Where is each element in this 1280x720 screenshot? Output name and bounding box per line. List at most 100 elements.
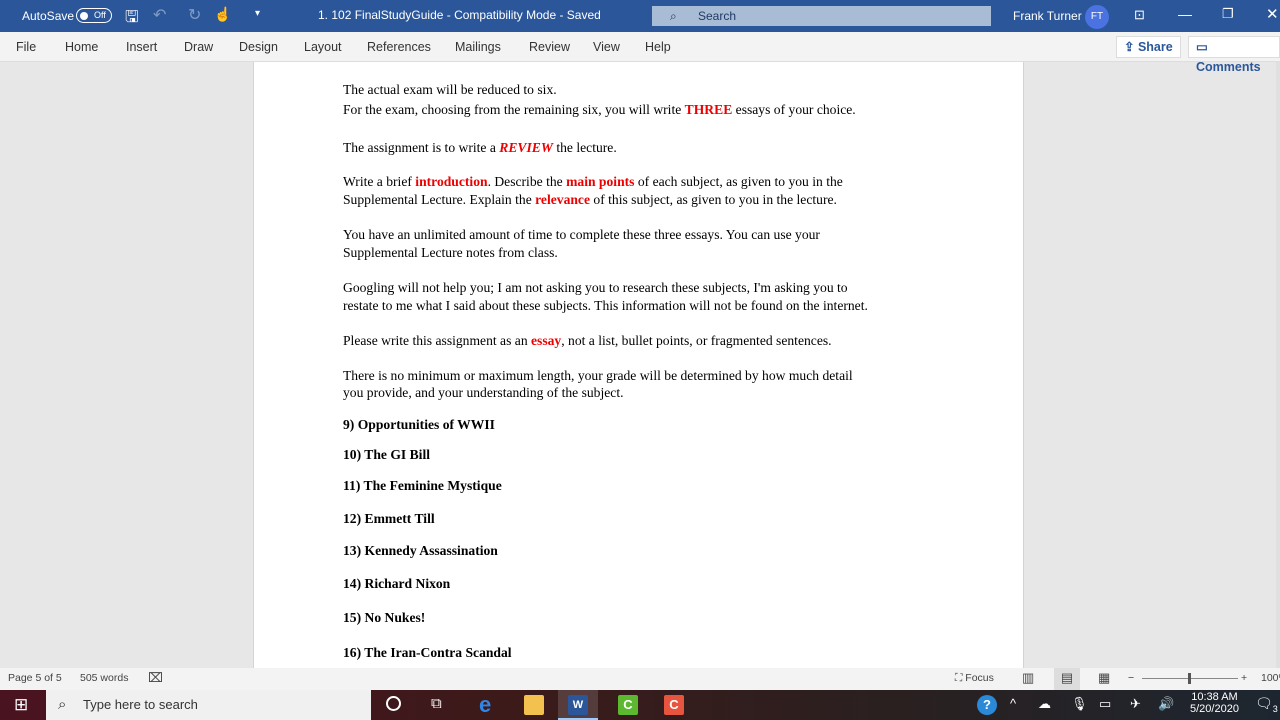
edge-icon[interactable]: e [479, 692, 499, 717]
notification-icon[interactable]: 🗨3 [1255, 695, 1278, 714]
user-name[interactable]: Frank Turner [1013, 9, 1082, 23]
topic-heading: 12) Emmett Till [343, 511, 435, 526]
text-run: The assignment is to write a [343, 140, 500, 155]
restore-icon[interactable]: ❐ [1222, 6, 1234, 22]
tab-review[interactable]: Review [529, 40, 570, 54]
tab-design[interactable]: Design [239, 40, 278, 54]
emphasized-text: essay [531, 333, 562, 348]
text-run: For the exam, choosing from the remainin… [343, 102, 685, 117]
text-run: Supplemental Lecture. Explain the [343, 192, 536, 207]
text-run: essays of your choice. [732, 102, 856, 117]
autosave-toggle[interactable]: Off [76, 8, 112, 23]
text-run: Supplemental Lecture notes from class. [343, 245, 558, 260]
text-run: of this subject, as given to you in the … [590, 192, 837, 207]
cortana-icon[interactable] [386, 696, 401, 711]
microphone-icon[interactable]: 🎙 [1071, 696, 1088, 712]
topic-heading: 10) The GI Bill [343, 447, 430, 462]
topic-heading: 9) Opportunities of WWII [343, 417, 495, 432]
airplane-mode-icon[interactable]: ✈ [1130, 696, 1141, 712]
share-button[interactable]: ⇪ Share [1116, 36, 1181, 58]
emphasized-text: introduction [415, 174, 488, 189]
save-icon[interactable]: 🖫 [125, 6, 139, 33]
emphasized-text: main points [566, 174, 635, 189]
word-count[interactable]: 505 words [80, 672, 128, 684]
text-run: the lecture. [552, 140, 617, 155]
text-run: Write a brief [343, 174, 416, 189]
text-run: , not a list, bullet points, or fragment… [561, 333, 832, 348]
web-layout-icon[interactable]: ▦ [1098, 670, 1110, 686]
comments-button[interactable]: ▭ Comments [1188, 36, 1280, 74]
zoom-out-button[interactable]: − [1128, 672, 1134, 684]
search-icon: ⌕ [670, 9, 677, 23]
text-run: Googling will not help you; I am not ask… [343, 280, 848, 295]
tab-mailings[interactable]: Mailings [455, 40, 501, 54]
clock[interactable]: 10:38 AM 5/20/2020 [1190, 691, 1239, 715]
text-run: The actual exam will be reduced to six. [343, 82, 557, 97]
emphasized-text: REVIEW [499, 140, 553, 155]
volume-icon[interactable]: 🔊 [1158, 696, 1174, 712]
windows-start-icon[interactable]: ⊞ [14, 695, 28, 715]
paragraph-line: Googling will not help you; I am not ask… [343, 279, 848, 297]
focus-button[interactable]: ⛶ Focus [955, 672, 994, 685]
topic-heading: 13) Kennedy Assassination [343, 543, 498, 558]
proofing-icon[interactable]: ⌧ [148, 670, 163, 686]
topic-heading: 14) Richard Nixon [343, 576, 451, 591]
zoom-level[interactable]: 100% [1261, 672, 1280, 684]
tab-help[interactable]: Help [645, 40, 671, 54]
text-run: There is no minimum or maximum length, y… [343, 368, 853, 383]
battery-icon[interactable]: ▭ [1099, 696, 1111, 712]
tab-home[interactable]: Home [65, 40, 98, 54]
taskbar: ⊞ ⌕ Type here to search ⧉ e W C C ? ^ ☁ 🎙… [0, 690, 1280, 720]
autosave-label: AutoSave [22, 9, 75, 23]
title-bar: AutoSave Off 🖫 ↶ ↻ ☝ ▾ 1. 102 FinalStudy… [0, 0, 1280, 32]
tab-file[interactable]: File [16, 40, 36, 54]
avatar[interactable]: FT [1085, 5, 1109, 29]
paragraph-line: restate to me what I said about these su… [343, 297, 868, 315]
ribbon-display-icon[interactable]: ⊡ [1134, 7, 1145, 23]
text-run: of each subject, as given to you in the [634, 174, 843, 189]
tab-insert[interactable]: Insert [126, 40, 157, 54]
tab-layout[interactable]: Layout [304, 40, 342, 54]
zoom-slider-thumb[interactable] [1188, 673, 1191, 684]
vertical-scrollbar[interactable] [1276, 62, 1280, 668]
topic-heading: 15) No Nukes! [343, 610, 426, 625]
read-mode-icon[interactable]: ▥ [1022, 670, 1034, 686]
task-view-icon[interactable]: ⧉ [431, 695, 442, 712]
file-explorer-icon[interactable] [524, 695, 544, 715]
help-icon[interactable]: ? [977, 695, 997, 715]
zoom-in-button[interactable]: + [1241, 672, 1247, 684]
paragraph-line: Supplemental Lecture notes from class. [343, 244, 558, 262]
camtasia-icon[interactable]: C [618, 695, 638, 715]
customize-toolbar-icon[interactable]: ▾ [255, 8, 260, 19]
page-count[interactable]: Page 5 of 5 [8, 672, 62, 684]
text-run: Please write this assignment as an [343, 333, 532, 348]
search-input[interactable]: ⌕ Search [652, 6, 991, 26]
search-icon: ⌕ [58, 696, 67, 713]
redo-icon[interactable]: ↻ [188, 5, 201, 25]
onedrive-icon[interactable]: ☁ [1038, 696, 1051, 712]
tab-view[interactable]: View [593, 40, 620, 54]
undo-icon[interactable]: ↶ [153, 5, 166, 25]
tab-draw[interactable]: Draw [184, 40, 213, 54]
show-hidden-icons[interactable]: ^ [1010, 696, 1016, 711]
ribbon-tabs: ⇪ Share ▭ Comments File Home Insert Draw Des… [0, 32, 1280, 74]
camtasia-recorder-icon[interactable]: C [664, 695, 684, 715]
paragraph-line: The actual exam will be reduced to six. [343, 81, 557, 99]
paragraph-line: For the exam, choosing from the remainin… [343, 101, 856, 119]
word-taskbar-button[interactable]: W [558, 690, 598, 720]
print-layout-icon[interactable]: ▤ [1054, 668, 1080, 690]
close-icon[interactable]: ✕ [1266, 5, 1279, 23]
text-run: restate to me what I said about these su… [343, 298, 868, 313]
paragraph-line: you provide, and your understanding of t… [343, 384, 624, 402]
taskbar-search-input[interactable]: ⌕ Type here to search [46, 690, 371, 720]
emphasized-text: THREE [684, 102, 733, 117]
emphasized-text: relevance [535, 192, 590, 207]
touch-mode-icon[interactable]: ☝ [214, 6, 231, 23]
topic-heading: 16) The Iran-Contra Scandal [343, 645, 512, 660]
text-run: . Describe the [487, 174, 567, 189]
tab-references[interactable]: References [367, 40, 431, 54]
text-run: you provide, and your understanding of t… [343, 385, 624, 400]
document-title[interactable]: 1. 102 FinalStudyGuide - Compatibility M… [318, 8, 601, 22]
paragraph-line: There is no minimum or maximum length, y… [343, 367, 853, 385]
minimize-icon[interactable]: — [1178, 6, 1192, 22]
